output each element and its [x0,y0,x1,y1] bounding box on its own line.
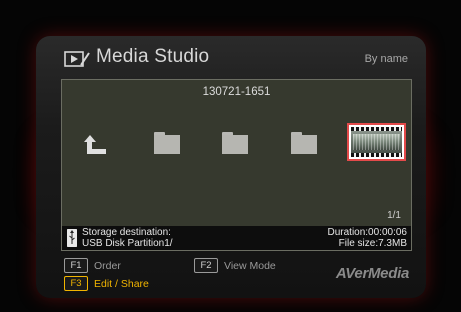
duration: Duration:00:00:06 [327,227,407,238]
avermedia-logo: AVerMedia [335,265,409,282]
view-mode-key[interactable]: F2 View Mode [194,258,276,273]
storage-value: USB Disk Partition1/ [82,237,173,249]
view-mode-label: View Mode [224,259,276,272]
media-info: Duration:00:00:06 File size:7.3MB [327,227,407,249]
f1-key-badge: F1 [64,258,88,273]
usb-icon [67,229,77,247]
edit-share-label: Edit / Share [94,277,149,290]
film-edit-icon [64,51,90,67]
folder-icon[interactable] [222,132,248,154]
file-size: File size:7.3MB [338,237,407,249]
f2-key-badge: F2 [194,258,218,273]
folder-icon[interactable] [154,132,180,154]
sort-mode-label: By name [364,53,408,65]
video-thumbnail[interactable] [347,123,406,161]
app-title: Media Studio [96,46,210,67]
page-indicator: 1/1 [387,210,401,221]
storage-label: Storage destination: [82,227,171,238]
edit-share-key[interactable]: F3 Edit / Share [64,276,149,291]
order-key[interactable]: F1 Order [64,258,121,273]
info-bar: Storage destination: USB Disk Partition1… [62,226,411,250]
folder-icon[interactable] [291,132,317,154]
file-browser: 130721-1651 1/1 Storage destination: USB… [61,79,412,251]
storage-destination: Storage destination: USB Disk Partition1… [82,227,173,249]
up-arrow-icon[interactable] [84,135,108,155]
f3-key-badge: F3 [64,276,88,291]
current-folder-name: 130721-1651 [202,86,271,98]
order-label: Order [94,259,121,272]
